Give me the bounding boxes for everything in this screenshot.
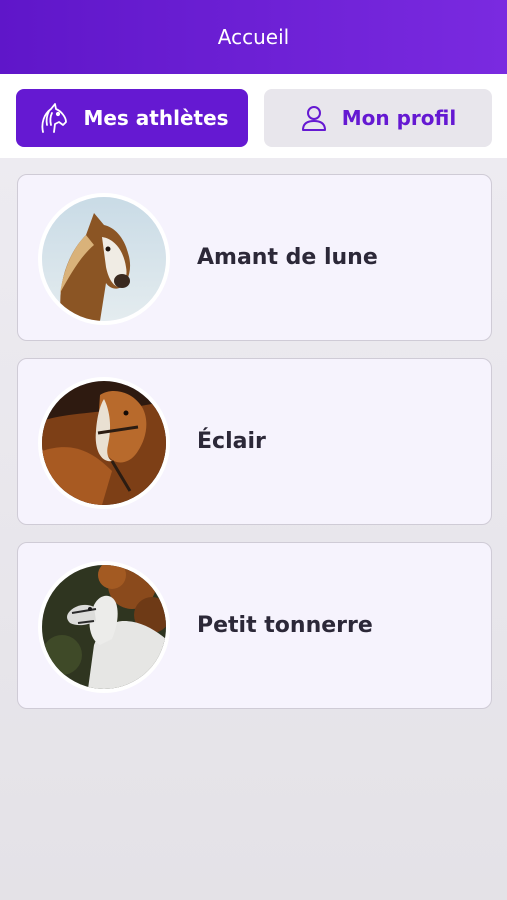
tab-label: Mes athlètes: [83, 106, 229, 130]
athlete-card[interactable]: Petit tonnerre: [17, 542, 492, 709]
athlete-name: Amant de lune: [197, 245, 378, 270]
athlete-list: Amant de lune Éclair Petit tonnerre: [17, 174, 492, 726]
athlete-avatar: [38, 377, 170, 509]
athlete-card[interactable]: Amant de lune: [17, 174, 492, 341]
tab-bar: Mes athlètes Mon profil: [0, 74, 507, 158]
page-title: Accueil: [217, 25, 290, 49]
person-icon: [300, 104, 328, 132]
app-header: Accueil: [0, 0, 507, 74]
horse-head-icon: [35, 101, 69, 135]
athlete-card[interactable]: Éclair: [17, 358, 492, 525]
tab-label: Mon profil: [341, 106, 457, 130]
athlete-avatar: [38, 193, 170, 325]
athlete-name: Petit tonnerre: [197, 613, 373, 638]
tab-mon-profil[interactable]: Mon profil: [264, 89, 492, 147]
athlete-avatar: [38, 561, 170, 693]
tab-mes-athletes[interactable]: Mes athlètes: [16, 89, 248, 147]
athlete-name: Éclair: [197, 429, 266, 454]
